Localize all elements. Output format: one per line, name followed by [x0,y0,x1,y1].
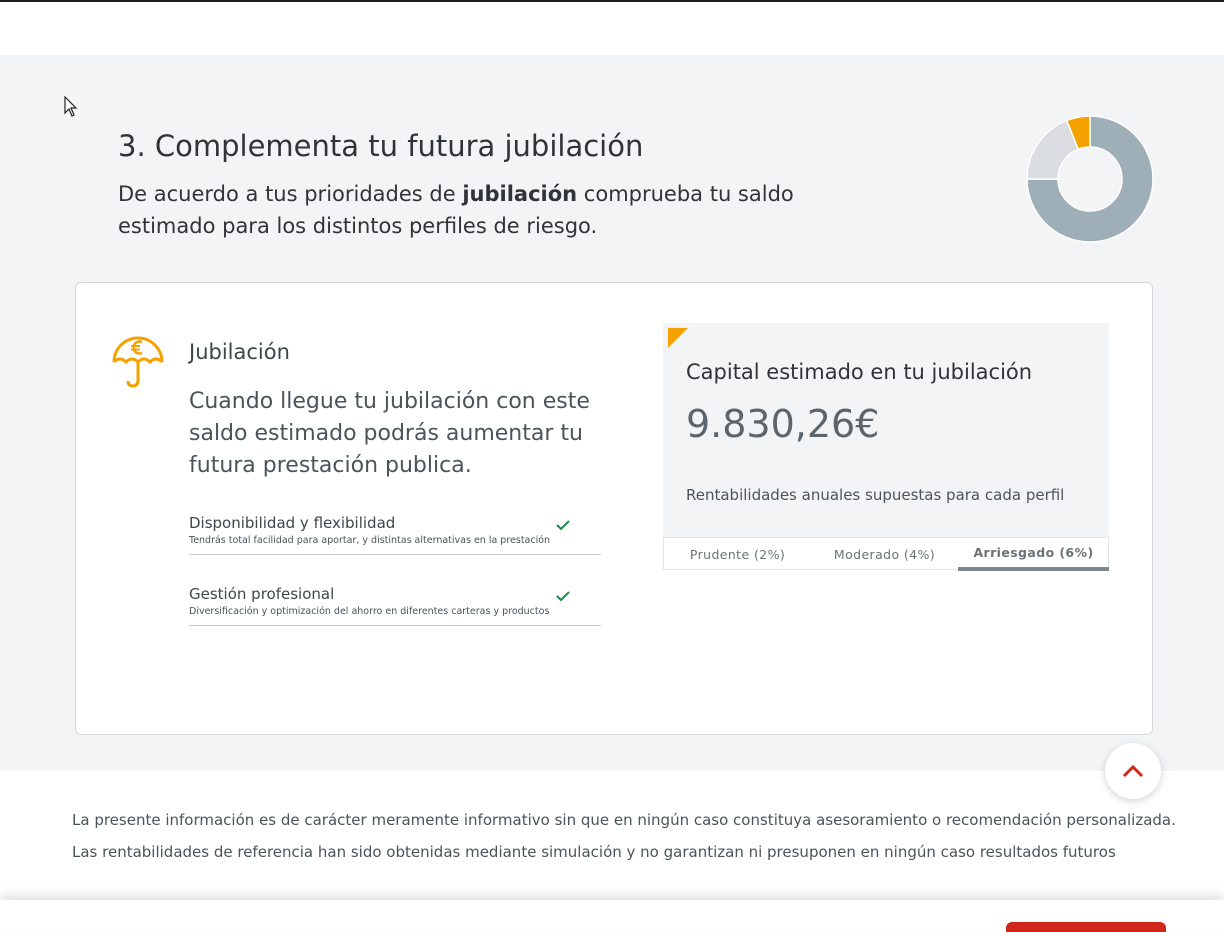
tab-moderado[interactable]: Moderado (4%) [811,538,958,571]
corner-marker [668,328,688,348]
subtitle-highlight: jubilación [462,182,578,206]
umbrella-euro-icon [112,336,164,388]
mouse-cursor-icon [64,96,78,117]
feature-item: Disponibilidad y flexibilidad Tendrás to… [189,514,601,555]
feature-title: Gestión profesional [189,585,335,603]
feature-subtitle: Tendrás total facilidad para aportar, y … [189,535,551,546]
risk-profile-tabs: Prudente (2%) Moderado (4%) Arriesgado (… [663,537,1109,571]
disclaimer-text: La presente información es de carácter m… [72,811,1176,829]
profile-name: Jubilación [189,340,290,364]
cta-button[interactable] [1006,922,1166,932]
scroll-to-top-button[interactable] [1105,743,1161,799]
result-label: Capital estimado en tu jubilación [686,360,1033,384]
feature-subtitle: Diversificación y optimización del ahorr… [189,606,550,617]
tab-prudente[interactable]: Prudente (2%) [664,538,811,571]
result-note: Rentabilidades anuales supuestas para ca… [686,486,1065,504]
estimated-capital-value: 9.830,26€ [686,402,880,446]
chevron-up-icon [1122,764,1144,778]
profile-description: Cuando llegue tu jubilación con este sal… [189,389,590,478]
check-icon [556,520,570,531]
feature-title: Disponibilidad y flexibilidad [189,514,396,532]
risk-donut-chart [1026,115,1154,243]
top-border [0,0,1224,2]
check-icon [556,591,570,602]
section-title: 3. Complementa tu futura jubilación [118,129,644,163]
feature-item: Gestión profesional Diversificación y op… [189,585,601,626]
disclaimer-text: Las rentabilidades de referencia han sid… [72,843,1116,861]
section-subtitle: De acuerdo a tus prioridades de jubilaci… [118,182,794,238]
tab-arriesgado[interactable]: Arriesgado (6%) [958,538,1109,571]
